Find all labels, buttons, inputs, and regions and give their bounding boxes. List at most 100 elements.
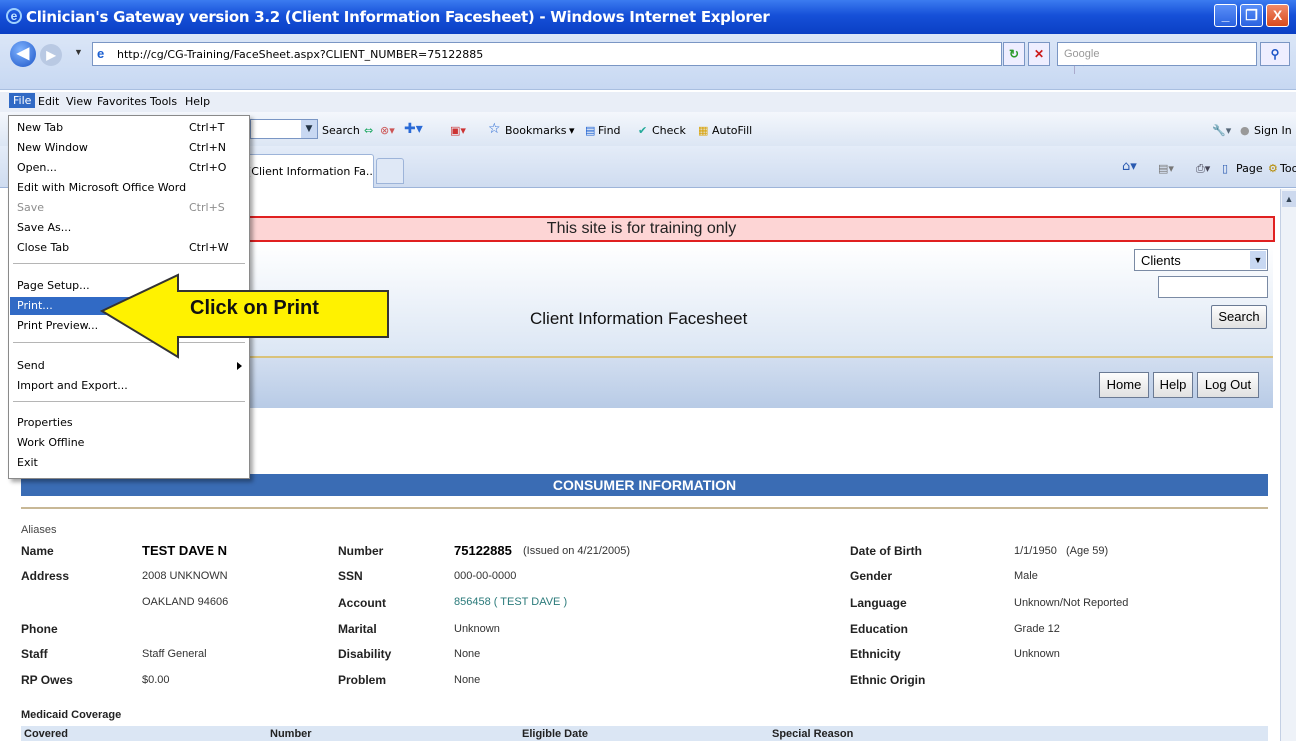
chevron-down-icon[interactable]: ▾: [569, 124, 575, 137]
popup-icon[interactable]: ⊗▾: [380, 124, 395, 137]
web-search-input[interactable]: Google: [1057, 42, 1257, 66]
autofill-button[interactable]: AutoFill: [712, 124, 752, 137]
client-search-button[interactable]: Search: [1211, 305, 1267, 329]
gender-label: Gender: [850, 569, 893, 583]
menu-item-label: Print...: [17, 299, 53, 312]
pagerank-icon[interactable]: ▣▾: [450, 124, 466, 137]
menu-edit[interactable]: Edit: [38, 95, 59, 108]
home-button[interactable]: Home: [1099, 372, 1149, 398]
search-icon[interactable]: ⚲: [1260, 42, 1290, 66]
find-button[interactable]: Find: [598, 124, 621, 137]
wrench-icon[interactable]: 🔧▾: [1212, 124, 1231, 137]
menu-item-work-offline[interactable]: Work Offline: [10, 434, 248, 452]
marital-label: Marital: [338, 622, 377, 636]
help-button[interactable]: Help: [1153, 372, 1193, 398]
tab-facesheet[interactable]: (Client Information Fa...: [240, 154, 374, 188]
close-button[interactable]: X: [1266, 4, 1289, 27]
name-label: Name: [21, 544, 54, 558]
toolbar-search-input[interactable]: ▼: [250, 119, 318, 139]
menu-item-shortcut: Ctrl+O: [189, 161, 227, 174]
menu-item-label: Save As...: [17, 221, 72, 234]
menu-item-edit-with-word[interactable]: Edit with Microsoft Office Word: [10, 179, 248, 197]
phone-label: Phone: [21, 622, 58, 636]
back-button[interactable]: ◀: [10, 41, 36, 67]
menu-item-import-export[interactable]: Import and Export...: [10, 377, 248, 395]
spellcheck-icon[interactable]: ✔: [638, 124, 647, 137]
menu-item-label: Page Setup...: [17, 279, 90, 292]
bookmarks-button[interactable]: Bookmarks: [505, 124, 566, 137]
address-input[interactable]: e http://cg/CG-Training/FaceSheet.aspx?C…: [92, 42, 1088, 74]
feeds-icon[interactable]: ▤▾: [1158, 162, 1174, 175]
menu-item-new-window[interactable]: New Window Ctrl+N: [10, 139, 248, 157]
new-tab-button[interactable]: [376, 158, 404, 184]
menu-favorites[interactable]: Favorites: [97, 95, 147, 108]
menu-item-exit[interactable]: Exit: [10, 454, 248, 472]
menu-view[interactable]: View: [66, 95, 92, 108]
refresh-button[interactable]: ↻: [1003, 42, 1025, 66]
ssn-value: 000-00-0000: [454, 570, 517, 582]
clients-select[interactable]: Clients ▼: [1134, 249, 1268, 271]
disability-label: Disability: [338, 647, 392, 661]
find-icon[interactable]: ▤: [585, 124, 595, 137]
menu-item-open[interactable]: Open... Ctrl+O: [10, 159, 248, 177]
menu-item-label: Properties: [17, 416, 73, 429]
maximize-button[interactable]: ❐: [1240, 4, 1263, 27]
check-button[interactable]: Check: [652, 124, 686, 137]
address-toolbar: ◀ ▶ ▼ e http://cg/CG-Training/FaceSheet.…: [0, 34, 1296, 90]
sign-in-button[interactable]: Sign In: [1254, 124, 1292, 137]
menu-item-save-as[interactable]: Save As...: [10, 219, 248, 237]
disability-value: None: [454, 648, 481, 660]
menu-item-shortcut: Ctrl+N: [189, 141, 227, 154]
vertical-scrollbar[interactable]: ▲: [1280, 189, 1296, 741]
scroll-up-icon[interactable]: ▲: [1282, 191, 1296, 207]
gender-value: Male: [1014, 570, 1038, 582]
col-eligible-date: Eligible Date: [522, 728, 589, 740]
menu-item-close-tab[interactable]: Close Tab Ctrl+W: [10, 239, 248, 257]
account-label: Account: [338, 596, 386, 610]
autofill-icon[interactable]: ▦: [698, 124, 708, 137]
menu-item-label: Import and Export...: [17, 379, 128, 392]
client-search-input[interactable]: [1158, 276, 1268, 298]
menu-help[interactable]: Help: [185, 95, 210, 108]
sign-in-icon[interactable]: ●: [1240, 124, 1250, 137]
minimize-button[interactable]: _: [1214, 4, 1237, 27]
menu-item-label: Print Preview...: [17, 319, 99, 332]
education-value: Grade 12: [1014, 623, 1060, 635]
menu-tools[interactable]: Tools: [150, 95, 177, 108]
menu-file[interactable]: File: [9, 93, 36, 108]
account-link[interactable]: 856458 ( TEST DAVE ): [454, 596, 567, 608]
tools-menu-button[interactable]: Tools: [1280, 162, 1296, 175]
stop-button[interactable]: ✕: [1028, 42, 1050, 66]
menu-item-label: Close Tab: [17, 241, 70, 254]
menu-item-label: New Window: [17, 141, 88, 154]
name-value: TEST DAVE N: [142, 543, 227, 558]
forward-button[interactable]: ▶: [40, 44, 62, 66]
menu-separator: [13, 401, 245, 402]
menu-item-send[interactable]: Send: [10, 357, 248, 375]
menu-item-label: New Tab: [17, 121, 64, 134]
col-special-reason: Special Reason: [772, 728, 854, 740]
rp-owes-value: $0.00: [142, 674, 170, 686]
arrows-icon[interactable]: ⇔: [364, 124, 373, 137]
menu-bar: File Edit View Favorites Tools Help: [0, 92, 1296, 112]
medicaid-coverage-label: Medicaid Coverage: [21, 709, 122, 721]
client-number: 75122885: [454, 543, 512, 558]
menu-item-new-tab[interactable]: New Tab Ctrl+T: [10, 119, 248, 137]
window-title-bar: e Clinician's Gateway version 3.2 (Clien…: [0, 0, 1296, 34]
plus-icon[interactable]: ✚▾: [404, 121, 423, 137]
home-icon[interactable]: ⌂▾: [1122, 159, 1137, 174]
page-icon: ▯: [1222, 162, 1229, 175]
menu-item-shortcut: Ctrl+W: [189, 241, 229, 254]
ethnicity-value: Unknown: [1014, 648, 1060, 660]
toolbar-search-button[interactable]: Search: [322, 124, 360, 137]
medicaid-table-header: [21, 726, 1268, 741]
logout-button[interactable]: Log Out: [1197, 372, 1259, 398]
address-label: Address: [21, 569, 70, 583]
history-dropdown-icon[interactable]: ▼: [74, 47, 83, 57]
star-icon[interactable]: ☆: [488, 121, 501, 137]
page-menu-button[interactable]: Page: [1236, 162, 1263, 175]
submenu-arrow-icon: [237, 362, 242, 370]
menu-item-properties[interactable]: Properties: [10, 414, 248, 432]
print-icon[interactable]: ⎙▾: [1196, 162, 1210, 176]
menu-separator: [13, 263, 245, 264]
